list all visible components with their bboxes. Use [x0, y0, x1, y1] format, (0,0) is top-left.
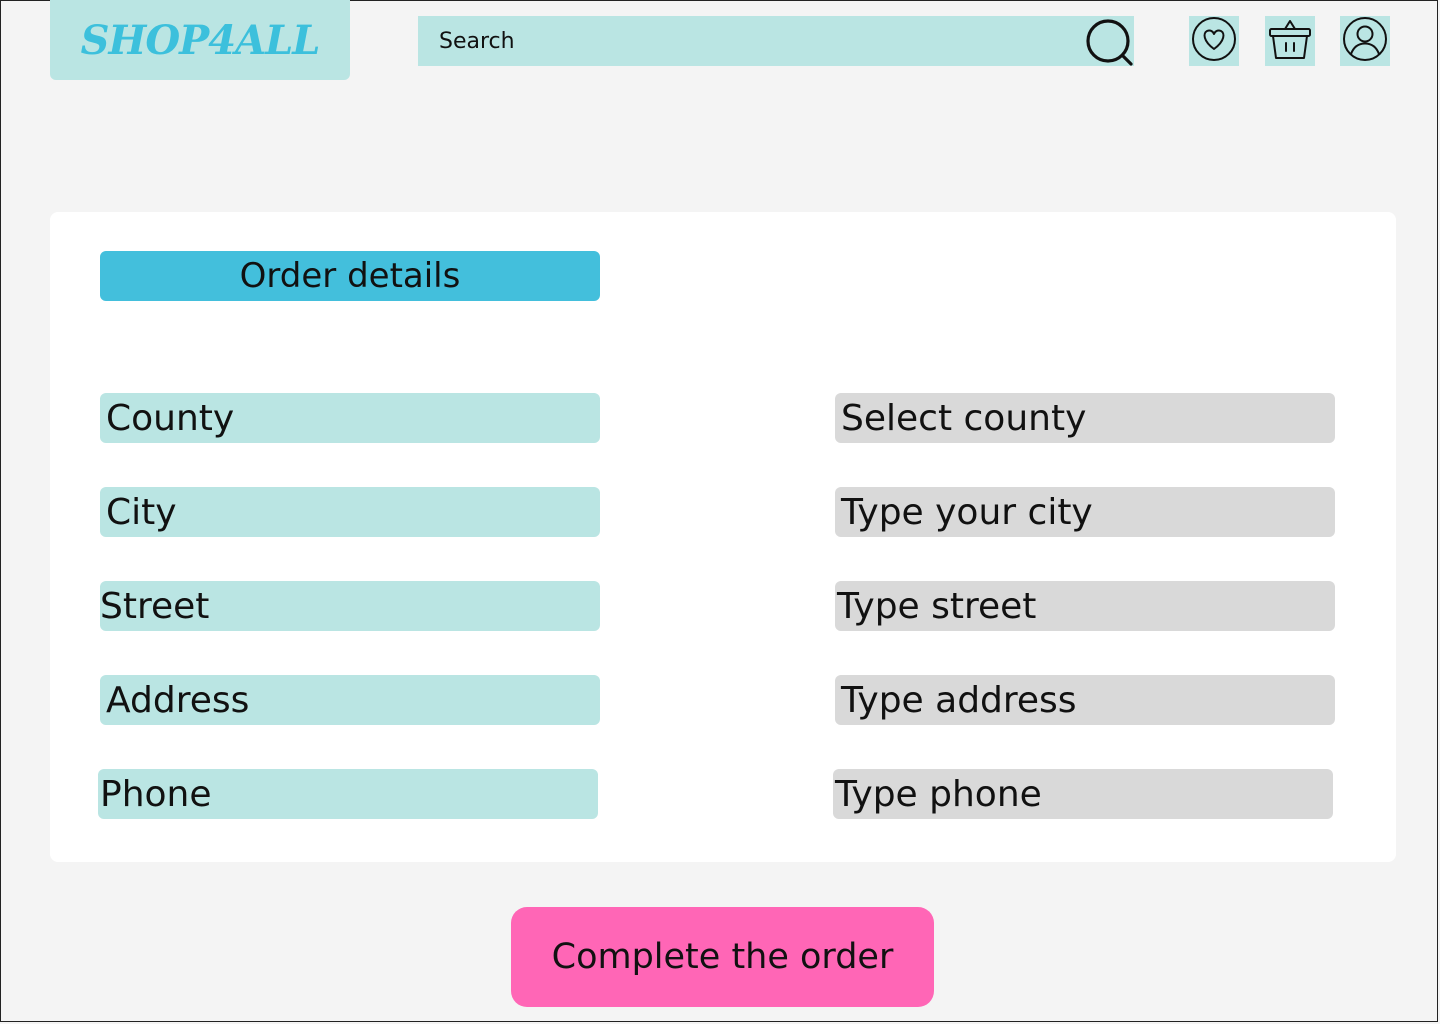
wishlist-button[interactable] [1189, 16, 1239, 66]
logo-text: SHOP4ALL [80, 16, 321, 64]
order-details-title: Order details [100, 251, 600, 301]
city-label: City [100, 487, 600, 537]
phone-input[interactable]: Type phone [833, 769, 1333, 819]
basket-icon [1267, 16, 1313, 66]
search-input[interactable] [418, 16, 1068, 66]
street-label: Street [100, 581, 600, 631]
search-bar [418, 16, 1134, 66]
heart-icon [1191, 16, 1237, 66]
complete-order-button[interactable]: Complete the order [511, 907, 934, 1007]
order-card [50, 212, 1396, 862]
county-label: County [100, 393, 600, 443]
search-icon[interactable] [1086, 18, 1134, 66]
city-input[interactable]: Type your city [835, 487, 1335, 537]
logo[interactable]: SHOP4ALL [50, 0, 350, 80]
cart-button[interactable] [1265, 16, 1315, 66]
address-label: Address [100, 675, 600, 725]
address-input[interactable]: Type address [835, 675, 1335, 725]
account-button[interactable] [1340, 16, 1390, 66]
user-icon [1342, 16, 1388, 66]
street-input[interactable]: Type street [835, 581, 1335, 631]
phone-label: Phone [98, 769, 598, 819]
county-select[interactable]: Select county [835, 393, 1335, 443]
